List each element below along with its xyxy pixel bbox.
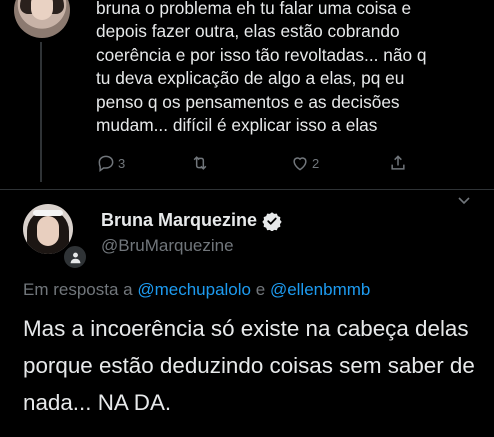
main-tweet-text: Mas a incoerência só existe na cabeça de… <box>23 316 475 415</box>
tweet-divider <box>0 189 494 190</box>
thread-connector-line <box>40 42 42 182</box>
protected-badge <box>62 244 88 270</box>
verified-icon <box>262 211 282 231</box>
share-button[interactable] <box>388 153 408 173</box>
reply-icon <box>98 155 114 172</box>
avatar-face <box>31 0 53 20</box>
mention-link-1[interactable]: @mechupalolo <box>137 280 251 299</box>
reply-context: Em resposta a @mechupalolo e @ellenbmmb <box>23 280 370 300</box>
retweet-icon <box>193 156 207 170</box>
protected-icon <box>70 252 80 263</box>
avatar-previous-author[interactable] <box>14 0 70 38</box>
mention-link-2[interactable]: @ellenbmmb <box>270 280 370 299</box>
avatar-face <box>37 216 59 246</box>
reply-prefix: Em resposta a <box>23 280 133 299</box>
previous-tweet-text: bruna o problema eh tu falar uma coisa e… <box>96 0 427 136</box>
display-name-text: Bruna Marquezine <box>101 210 258 230</box>
reply-button[interactable]: 3 <box>96 153 125 173</box>
reply-joiner: e <box>255 280 266 299</box>
retweet-button[interactable] <box>190 153 210 173</box>
avatar-headband <box>33 210 63 216</box>
like-button[interactable]: 2 <box>290 153 319 173</box>
share-icon <box>391 155 405 170</box>
like-icon <box>293 157 307 171</box>
author-display-name[interactable]: Bruna Marquezine <box>101 210 282 231</box>
like-count: 2 <box>312 155 320 171</box>
chevron-down-icon[interactable] <box>456 192 472 208</box>
previous-tweet-actions: 3 2 <box>96 153 426 175</box>
reply-count: 3 <box>118 155 126 171</box>
author-handle[interactable]: @BruMarquezine <box>101 236 234 256</box>
